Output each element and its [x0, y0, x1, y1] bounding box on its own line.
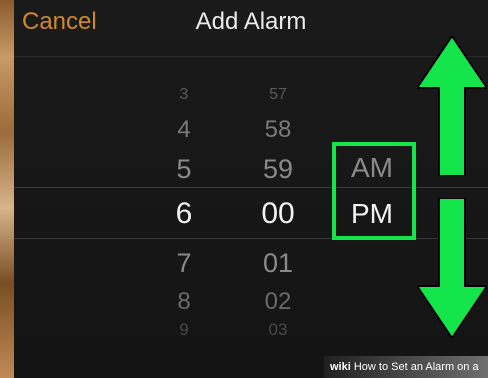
hour-option[interactable]: 7	[154, 248, 214, 279]
background-photo	[0, 0, 14, 378]
minute-option[interactable]: 02	[248, 288, 308, 316]
selected-hour[interactable]: 6	[154, 197, 214, 231]
minute-option[interactable]: 57	[248, 86, 308, 104]
hour-option[interactable]: 3	[154, 86, 214, 104]
hour-option[interactable]: 5	[154, 154, 214, 185]
wiki-brand: wiki	[330, 361, 351, 373]
arrow-down-icon	[417, 198, 487, 338]
hour-option[interactable]: 8	[154, 288, 214, 316]
period-highlight-box	[332, 142, 416, 240]
hour-option[interactable]: 9	[154, 320, 214, 340]
selected-minute[interactable]: 00	[248, 197, 308, 231]
selection-top-line	[14, 187, 488, 188]
minute-option[interactable]: 01	[248, 248, 308, 279]
minute-option[interactable]: 59	[248, 154, 308, 185]
watermark-banner: wiki How to Set an Alarm on a	[324, 356, 488, 378]
page-title: Add Alarm	[195, 8, 307, 35]
arrow-up-icon	[417, 36, 487, 176]
minute-option[interactable]: 58	[248, 116, 308, 144]
alarm-screen: Cancel Add Alarm 3 4 5 6 7 8 9 57 58 59 …	[14, 0, 488, 378]
hour-option[interactable]: 4	[154, 116, 214, 144]
banner-text: How to Set an Alarm on a	[353, 361, 479, 373]
minute-option[interactable]: 03	[248, 320, 308, 340]
